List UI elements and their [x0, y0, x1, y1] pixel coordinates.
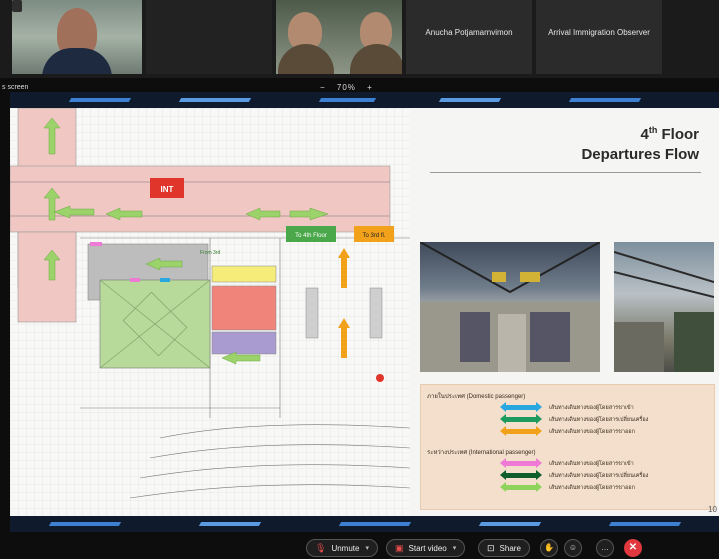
legend-row-text: เส้นทางเดินทางของผู้โดยสารขาออก — [549, 485, 635, 491]
share-label: Share — [499, 543, 521, 553]
legend-international-header: ระหว่างประเทศ (International passenger) — [427, 450, 536, 456]
participant-name: Anucha Potjamarnvimon — [425, 28, 513, 37]
start-video-label: Start video — [408, 543, 447, 553]
from-3rd-label: From 3rd — [200, 250, 221, 256]
legend-arrow-icon — [500, 414, 542, 424]
start-video-button[interactable]: ▣ Start video ▾ — [386, 539, 466, 557]
to-3rd-fl-label: To 3rd fl. — [362, 233, 385, 239]
participant-tile-4[interactable]: Anucha Potjamarnvimon — [406, 0, 532, 74]
more-options-icon[interactable]: … — [596, 539, 614, 557]
slide-title-line2: Departures Flow — [581, 146, 699, 163]
legend-row: เส้นทางเดินทางของผู้โดยสารขาออก — [500, 426, 706, 437]
legend-arrow-icon — [500, 470, 542, 480]
legend-arrow-icon — [500, 458, 542, 468]
legend-row: เส้นทางเดินทางของผู้โดยสารขาออก — [500, 482, 706, 493]
legend-domestic-header: ภายในประเทศ (Domestic passenger) — [427, 394, 526, 400]
meeting-toolbar: 🎙 Unmute ▾ ▣ Start video ▾ ⊡ Share ✋ ☺ …… — [0, 535, 719, 559]
participant-video-uniform — [278, 44, 334, 74]
terminal-photo-2-drawing — [614, 251, 714, 372]
zoom-control: − 70% + — [316, 83, 377, 92]
legend-arrow-icon — [500, 426, 542, 436]
participant-tile-1[interactable] — [12, 0, 142, 74]
slide-title-line1: 4th Floor — [640, 125, 699, 143]
slide-page-number: 10 — [708, 505, 717, 514]
legend-row: เส้นทางเดินทางของผู้โดยสารเปลี่ยนเครื่อง — [500, 414, 706, 425]
legend-row-text: เส้นทางเดินทางของผู้โดยสารเปลี่ยนเครื่อง — [549, 417, 649, 423]
camera-off-icon: ▣ — [395, 542, 404, 553]
unmute-button[interactable]: 🎙 Unmute ▾ — [306, 539, 378, 557]
terminal-photo-1 — [420, 242, 600, 372]
unmute-label: Unmute — [331, 543, 360, 553]
floor-plan-drawing: INT To 4th Floor To 3rd fl. From 3rd — [10, 107, 411, 516]
terminal-photo-2 — [614, 242, 714, 372]
terminal-photo-1-drawing — [420, 242, 600, 372]
legend-row: เส้นทางเดินทางของผู้โดยสารขาเข้า — [500, 458, 706, 469]
tile-status-icon — [12, 0, 22, 12]
legend-row: เส้นทางเดินทางของผู้โดยสารเปลี่ยนเครื่อง — [500, 470, 706, 481]
reactions-icon[interactable]: ☺ — [564, 539, 582, 557]
participant-tile-2[interactable] — [146, 0, 272, 74]
legend-row: เส้นทางเดินทางของผู้โดยสารขาเข้า — [500, 402, 706, 413]
legend-arrow-icon — [500, 482, 542, 492]
zoom-in-button[interactable]: + — [367, 83, 373, 92]
slide-title: 4th Floor Departures Flow — [581, 120, 699, 165]
raise-hand-icon[interactable]: ✋ — [540, 539, 558, 557]
flow-legend: ภายในประเทศ (Domestic passenger) เส้นทาง… — [420, 384, 715, 510]
title-divider — [430, 172, 701, 173]
zoom-level: 70% — [336, 83, 356, 92]
slide-bottom-band — [10, 516, 719, 532]
shared-screen-label: s screen — [2, 84, 29, 91]
legend-arrow-icon — [500, 402, 542, 412]
zoom-out-button[interactable]: − — [320, 83, 326, 92]
floor-plan: INT To 4th Floor To 3rd fl. From 3rd — [10, 107, 411, 516]
participant-tile-5[interactable]: Arrival Immigration Observer — [536, 0, 662, 74]
to-4th-floor-label: To 4th Floor — [295, 233, 327, 239]
share-screen-icon: ⊡ — [487, 542, 495, 553]
share-button[interactable]: ⊡ Share — [478, 539, 530, 557]
chevron-down-icon[interactable]: ▾ — [365, 544, 369, 552]
mic-muted-icon: 🎙 — [315, 542, 327, 553]
legend-row-text: เส้นทางเดินทางของผู้โดยสารขาเข้า — [549, 405, 634, 411]
participant-gallery: Anucha Potjamarnvimon Arrival Immigratio… — [0, 0, 719, 78]
legend-row-text: เส้นทางเดินทางของผู้โดยสารเปลี่ยนเครื่อง — [549, 473, 649, 479]
legend-row-text: เส้นทางเดินทางของผู้โดยสารขาเข้า — [549, 461, 634, 467]
shared-slide: INT To 4th Floor To 3rd fl. From 3rd 4th… — [10, 92, 719, 532]
participant-video-uniform — [350, 44, 402, 74]
participant-video-suit — [42, 48, 112, 74]
int-label: INT — [161, 185, 174, 194]
leave-meeting-button[interactable]: ✕ — [624, 539, 642, 557]
participant-tile-3[interactable] — [276, 0, 402, 74]
slide-top-band — [10, 92, 719, 108]
chevron-down-icon[interactable]: ▾ — [453, 544, 457, 552]
legend-row-text: เส้นทางเดินทางของผู้โดยสารขาออก — [549, 429, 635, 435]
participant-name: Arrival Immigration Observer — [548, 28, 650, 37]
